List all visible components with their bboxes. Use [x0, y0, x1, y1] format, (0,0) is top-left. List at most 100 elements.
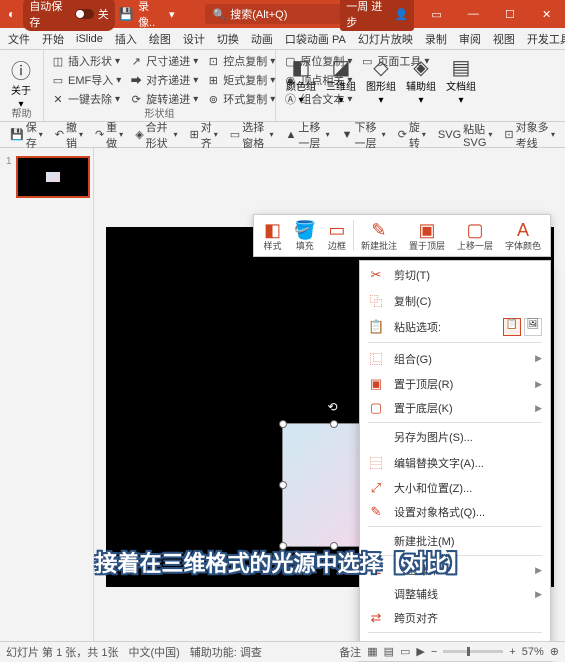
app-icon: ◐ — [4, 6, 19, 22]
ribbon-group-颜色组[interactable]: ◧颜色组▾ — [284, 52, 318, 108]
tab-插入[interactable]: 插入 — [109, 28, 143, 50]
close-icon[interactable]: ✕ — [532, 0, 561, 28]
mini-icon: ▣ — [418, 220, 435, 241]
mini-icon: ▭ — [328, 220, 345, 241]
toggle-icon — [75, 9, 94, 19]
zoom-level[interactable]: 57% — [522, 646, 544, 658]
minimize-icon[interactable]: — — [459, 0, 488, 28]
menu-新建批注(M)[interactable]: 新建批注(M) — [360, 529, 550, 553]
mini-填充[interactable]: 🪣填充 — [288, 218, 322, 253]
ribbon-group-三维组[interactable]: ◪三维组▾ — [324, 52, 358, 108]
save-icon[interactable]: 💾 — [119, 6, 134, 22]
mini-样式[interactable]: ◧样式 — [257, 218, 287, 253]
btn-icon: ⊞ — [206, 73, 220, 87]
zoom-in-icon[interactable]: + — [509, 646, 515, 658]
language[interactable]: 中文(中国) — [128, 644, 179, 660]
tab-绘图[interactable]: 绘图 — [143, 28, 177, 50]
slide-thumbnail[interactable] — [16, 156, 90, 198]
menu-快速对齐[interactable]: ☰快速对齐▶ — [360, 558, 550, 582]
tab-切换[interactable]: 切换 — [211, 28, 245, 50]
menu-大小和位置(Z)...[interactable]: ⤢大小和位置(Z)... — [360, 476, 550, 500]
btn-icon: ⟳ — [129, 92, 143, 106]
notes-button[interactable]: 备注 — [339, 644, 361, 660]
menu-复制(C)[interactable]: ⿻复制(C) — [360, 287, 550, 314]
qat-icon: ◈ — [135, 128, 143, 141]
qat-icon: ⊡ — [504, 128, 513, 141]
tab-设计[interactable]: 设计 — [177, 28, 211, 50]
context-menu: ✂剪切(T)⿻复制(C)📋粘贴选项:📋 🖼 ⿺组合(G)▶▣置于顶层(R)▶▢置于… — [359, 260, 551, 662]
tab-录制[interactable]: 录制 — [419, 28, 453, 50]
paste-option-icon[interactable]: 🖼 — [524, 318, 542, 336]
tab-幻灯片放映[interactable]: 幻灯片放映 — [352, 28, 419, 50]
ribbon-group-辅助组[interactable]: ◈辅助组▾ — [404, 52, 438, 108]
mini-icon: ✎ — [371, 220, 386, 241]
zoom-slider[interactable] — [443, 650, 503, 653]
user-account[interactable]: 一周 进步 👤 — [340, 0, 414, 31]
ribbon-options-icon[interactable]: ▭ — [422, 0, 451, 28]
qat-icon: ⟳ — [398, 128, 407, 141]
tab-开发工具[interactable]: 开发工具 — [521, 28, 565, 50]
menu-组合(G)[interactable]: ⿺组合(G)▶ — [360, 345, 550, 372]
menu-粘贴选项:[interactable]: 📋粘贴选项:📋 🖼 — [360, 314, 550, 340]
menu-icon: ▣ — [368, 376, 384, 392]
resize-handle[interactable] — [279, 420, 287, 428]
menu-置于底层(K)[interactable]: ▢置于底层(K)▶ — [360, 396, 550, 420]
btn-icon: ✕ — [51, 92, 65, 106]
resize-handle[interactable] — [279, 481, 287, 489]
mini-新建批注[interactable]: ✎新建批注 — [355, 218, 403, 253]
btn-icon: ↗ — [129, 54, 143, 68]
ribbon-btn-尺寸递进[interactable]: ↗尺寸递进 ▾ — [126, 52, 201, 70]
tab-动画[interactable]: 动画 — [245, 28, 279, 50]
menu-跨页对齐[interactable]: ⇄跨页对齐 — [360, 606, 550, 630]
tab-口袋动画 PA[interactable]: 口袋动画 PA — [279, 28, 352, 50]
fit-icon[interactable]: ⊕ — [550, 645, 559, 658]
menu-编辑替换文字(A)...[interactable]: ⿳编辑替换文字(A)... — [360, 449, 550, 476]
qat-icon: ▭ — [230, 128, 240, 141]
paste-option-icon[interactable]: 📋 — [503, 318, 521, 336]
search-input[interactable]: 🔍 搜索(Alt+Q) — [205, 4, 341, 24]
ribbon-btn-控点复制[interactable]: ⊡控点复制 ▾ — [203, 52, 278, 70]
mini-字体颜色[interactable]: A字体颜色 — [499, 218, 547, 253]
accessibility[interactable]: 辅助功能: 调查 — [190, 644, 262, 660]
qat-icon: 💾 — [10, 128, 24, 141]
tab-开始[interactable]: 开始 — [36, 28, 70, 50]
menu-调整辅线[interactable]: 调整辅线▶ — [360, 582, 550, 606]
menu-设置对象格式(Q)...[interactable]: ✎设置对象格式(Q)... — [360, 500, 550, 524]
resize-handle[interactable] — [279, 542, 287, 550]
resize-handle[interactable] — [330, 542, 338, 550]
tab-审阅[interactable]: 审阅 — [453, 28, 487, 50]
ribbon-btn-矩式复制[interactable]: ⊞矩式复制 ▾ — [203, 71, 278, 89]
mini-边框[interactable]: ▭边框 — [322, 218, 352, 253]
mini-icon: ◧ — [264, 220, 281, 241]
view-normal-icon[interactable]: ▦ — [367, 645, 377, 658]
resize-handle[interactable] — [330, 420, 338, 428]
autosave-toggle[interactable]: 自动保存 关 — [23, 0, 114, 31]
mini-上移一层[interactable]: ▢上移一层 — [451, 218, 499, 253]
ribbon-btn-EMF导入[interactable]: ▭EMF导入 ▾ — [48, 71, 124, 89]
mini-icon: 🪣 — [294, 220, 316, 241]
tab-视图[interactable]: 视图 — [487, 28, 521, 50]
dropdown-icon[interactable]: ▾ — [169, 8, 175, 21]
mini-icon: ▢ — [466, 220, 483, 241]
ribbon-btn-插入形状[interactable]: ◫插入形状 ▾ — [48, 52, 124, 70]
rotate-handle-icon[interactable]: ⟲ — [328, 400, 338, 414]
ribbon-group-文档组[interactable]: ▤文档组▾ — [444, 52, 478, 108]
tab-iSlide[interactable]: iSlide — [70, 30, 109, 48]
ribbon-group-图形组[interactable]: ◇图形组▾ — [364, 52, 398, 108]
menu-置于顶层(R)[interactable]: ▣置于顶层(R)▶ — [360, 372, 550, 396]
qat-icon: ▲ — [286, 129, 297, 141]
qat-粘贴SVG[interactable]: SVG粘贴SVG ▾ — [434, 119, 496, 151]
doc-name: 录像.. — [138, 0, 165, 30]
view-reading-icon[interactable]: ▭ — [400, 645, 410, 658]
menu-另存为图片(S)...[interactable]: 另存为图片(S)... — [360, 425, 550, 449]
mini-置于顶层[interactable]: ▣置于顶层 — [403, 218, 451, 253]
menu-剪切(T)[interactable]: ✂剪切(T) — [360, 263, 550, 287]
about-button[interactable]: ⓘ 关于 ▾ — [4, 52, 38, 113]
maximize-icon[interactable]: ☐ — [496, 0, 525, 28]
tab-文件[interactable]: 文件 — [2, 28, 36, 50]
zoom-out-icon[interactable]: − — [431, 646, 437, 658]
menu-icon: ⿻ — [368, 291, 384, 310]
slideshow-icon[interactable]: ▶ — [416, 645, 424, 658]
ribbon-btn-对齐递进[interactable]: ⮕对齐递进 ▾ — [126, 71, 201, 89]
view-sorter-icon[interactable]: ▤ — [384, 645, 394, 658]
